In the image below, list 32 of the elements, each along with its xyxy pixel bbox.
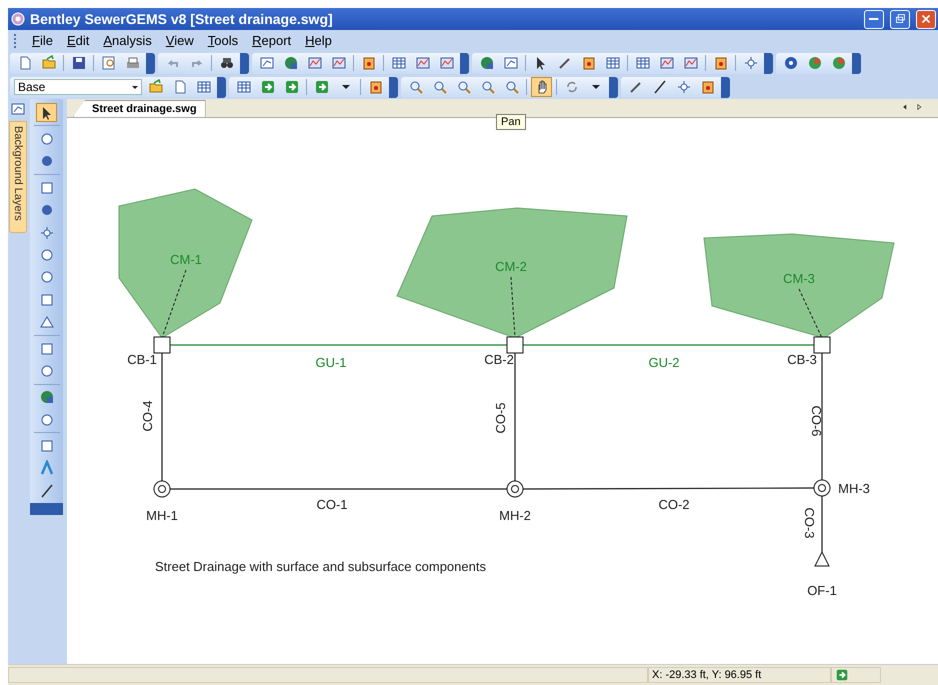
menu-item[interactable]: Tools xyxy=(200,33,246,48)
link-label: CO-4 xyxy=(140,400,155,432)
catchment-label: CM-1 xyxy=(170,252,202,267)
menu-item[interactable]: Help xyxy=(298,33,339,48)
link-label: CO-2 xyxy=(658,497,690,512)
link-label: CO-6 xyxy=(809,405,824,437)
menu-item[interactable]: File xyxy=(25,33,60,48)
link-label: GU-1 xyxy=(315,355,347,370)
menu-item[interactable]: Edit xyxy=(60,33,96,48)
link-label: GU-2 xyxy=(648,355,680,370)
scenario-select[interactable]: Base xyxy=(14,79,142,95)
annotation-text: Street Drainage with surface and subsurface components xyxy=(155,559,486,574)
node-label: CB-1 xyxy=(127,352,157,367)
coordinates-readout: X: -29.33 ft, Y: 96.95 ft xyxy=(648,667,831,683)
catchment-label: CM-2 xyxy=(495,259,527,274)
node-label: CB-2 xyxy=(484,352,514,367)
link-label: CO-3 xyxy=(802,507,817,539)
menu-item[interactable]: Analysis xyxy=(96,33,159,48)
node-label: MH-2 xyxy=(499,508,531,523)
document-tab[interactable]: Street drainage.swg xyxy=(73,100,206,117)
catchment-label: CM-3 xyxy=(783,271,815,286)
node-label: CB-3 xyxy=(787,352,817,367)
node-label: MH-3 xyxy=(838,481,870,496)
link-label: CO-1 xyxy=(316,497,348,512)
node-label: OF-1 xyxy=(807,583,837,598)
tooltip: Pan xyxy=(496,114,526,130)
side-panel-tab[interactable]: Background Layers xyxy=(9,121,27,233)
menu-item[interactable]: View xyxy=(158,33,201,48)
link-label: CO-5 xyxy=(493,402,508,434)
window-title: Bentley SewerGEMS v8 [Street drainage.swg] xyxy=(30,11,334,27)
menu-item[interactable]: Report xyxy=(245,33,298,48)
node-label: MH-1 xyxy=(146,508,178,523)
